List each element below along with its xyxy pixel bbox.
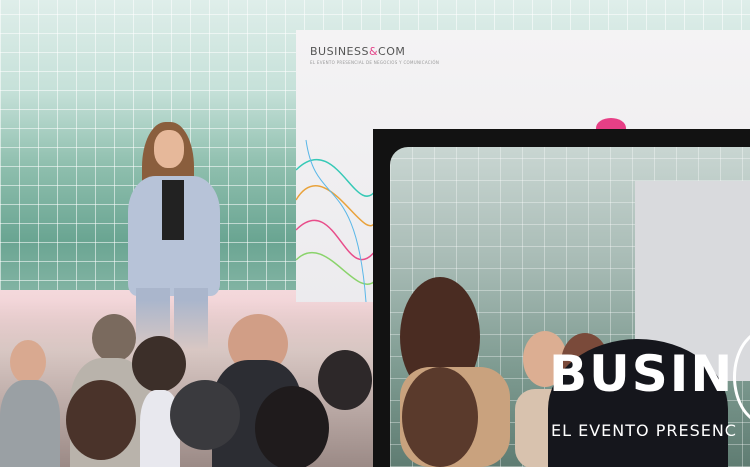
audience-head: [132, 336, 186, 392]
audience-head: [318, 350, 372, 410]
screen-brand-logo: BUSINESS&COM: [310, 45, 406, 58]
overlay-brand-subtitle: EL EVENTO PRESENC: [551, 421, 737, 440]
screen-brand-subtitle: EL EVENTO PRESENCIAL DE NEGOCIOS Y COMUN…: [310, 60, 440, 65]
audience-head: [66, 380, 136, 460]
audience-head: [10, 340, 46, 384]
photo-collage: BUSINESS&COM EL EVENTO PRESENCIAL DE NEG…: [0, 0, 750, 467]
audience-head: [170, 380, 240, 450]
audience-body: [0, 380, 60, 467]
audience-head: [92, 314, 136, 362]
speaker-face: [154, 130, 184, 168]
audience-area: [0, 300, 380, 467]
colorful-wave-graphic: [296, 139, 376, 302]
overlay-photo: BUSIN EL EVENTO PRESENC: [373, 129, 750, 467]
overlay-brand-title: BUSIN: [549, 345, 735, 403]
audience-head: [255, 386, 329, 467]
speaker-top: [162, 180, 184, 240]
